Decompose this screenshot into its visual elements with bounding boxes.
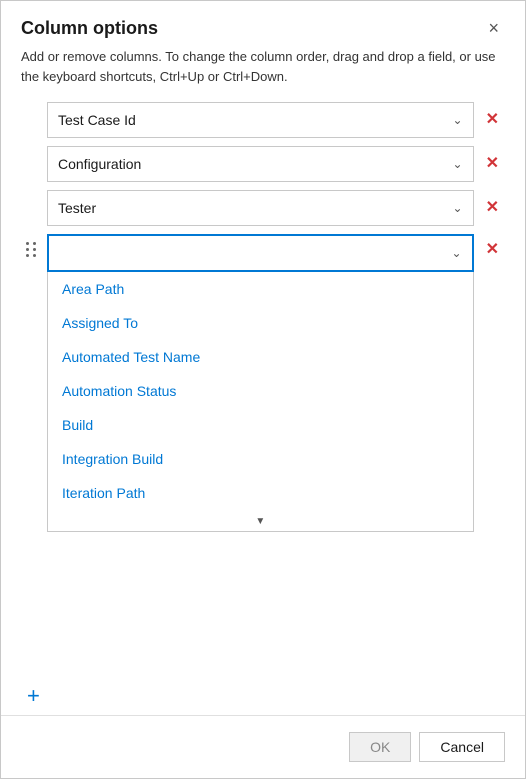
dropdown-item-build[interactable]: Build <box>48 408 473 442</box>
column-select-text-2: Configuration <box>58 156 141 172</box>
dialog-description: Add or remove columns. To change the col… <box>1 47 525 102</box>
dropdown-item-automated-test-name[interactable]: Automated Test Name <box>48 340 473 374</box>
column-row-2: Configuration ⌄ ✕ <box>21 146 505 182</box>
column-select-text-3: Tester <box>58 200 96 216</box>
dropdown-item-integration-build[interactable]: Integration Build <box>48 442 473 476</box>
ok-button[interactable]: OK <box>349 732 411 762</box>
close-button[interactable]: × <box>482 17 505 39</box>
columns-area: Test Case Id ⌄ ✕ Configurati <box>1 102 525 681</box>
column-row-3: Tester ⌄ ✕ <box>21 190 505 226</box>
chevron-down-icon-1: ⌄ <box>453 113 463 127</box>
remove-column-3[interactable]: ✕ <box>480 196 505 220</box>
drag-handle-new[interactable] <box>21 242 41 257</box>
remove-column-2[interactable]: ✕ <box>480 152 505 176</box>
remove-column-new[interactable]: ✕ <box>480 238 505 262</box>
dialog-title: Column options <box>21 18 158 39</box>
column-select-1[interactable]: Test Case Id ⌄ <box>47 102 474 138</box>
column-select-2[interactable]: Configuration ⌄ <box>47 146 474 182</box>
add-column-button[interactable]: + <box>27 685 40 707</box>
column-select-text-1: Test Case Id <box>58 112 136 128</box>
dialog-header: Column options × <box>1 1 525 47</box>
column-row-new: ⌄ Area Path Assigned To Automated Test N… <box>21 234 505 272</box>
chevron-down-icon-new[interactable]: ⌄ <box>442 246 472 260</box>
new-column-input-row: ⌄ <box>47 234 474 272</box>
add-row: + <box>1 681 525 715</box>
dropdown-list: Area Path Assigned To Automated Test Nam… <box>47 272 474 532</box>
scroll-indicator: ▼ <box>48 512 473 531</box>
dropdown-item-automation-status[interactable]: Automation Status <box>48 374 473 408</box>
column-select-wrapper-3: Tester ⌄ <box>47 190 474 226</box>
chevron-down-icon-2: ⌄ <box>453 157 463 171</box>
column-select-3[interactable]: Tester ⌄ <box>47 190 474 226</box>
remove-column-1[interactable]: ✕ <box>480 108 505 132</box>
column-select-wrapper-2: Configuration ⌄ <box>47 146 474 182</box>
new-column-input[interactable] <box>49 236 442 270</box>
new-column-select-wrapper: ⌄ Area Path Assigned To Automated Test N… <box>47 234 474 272</box>
column-options-dialog: Column options × Add or remove columns. … <box>0 0 526 779</box>
column-row-1: Test Case Id ⌄ ✕ <box>21 102 505 138</box>
dropdown-item-area-path[interactable]: Area Path <box>48 272 473 306</box>
chevron-down-icon-3: ⌄ <box>453 201 463 215</box>
dialog-footer: OK Cancel <box>1 715 525 778</box>
dropdown-item-assigned-to[interactable]: Assigned To <box>48 306 473 340</box>
column-select-wrapper-1: Test Case Id ⌄ <box>47 102 474 138</box>
dropdown-item-iteration-path[interactable]: Iteration Path <box>48 476 473 510</box>
cancel-button[interactable]: Cancel <box>419 732 505 762</box>
